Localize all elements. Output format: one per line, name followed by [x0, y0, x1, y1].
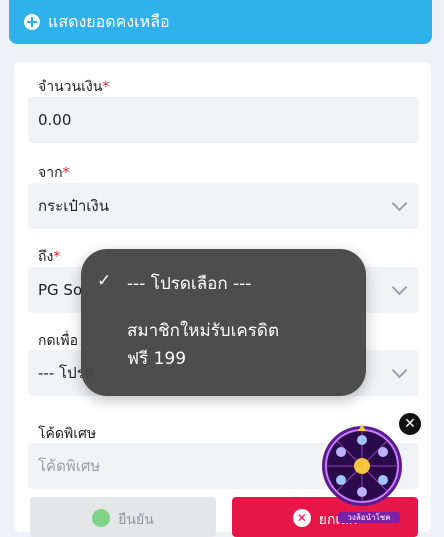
to-label-text: ถึง — [38, 249, 54, 265]
promo-label: กดเพื่อ — [38, 330, 78, 352]
from-label: จาก* — [38, 162, 70, 184]
chevron-down-icon — [391, 279, 408, 296]
confirm-button[interactable]: ยืนยัน — [30, 497, 216, 537]
from-select[interactable]: กระเป๋าเงิน — [28, 183, 419, 229]
lucky-wheel-widget[interactable]: ✕ วงล้อนำโชค — [318, 412, 424, 523]
option-line-2: ฟรี 199 — [127, 349, 187, 369]
special-code-label-text: โค้ดพิเศษ — [38, 426, 97, 442]
amount-input[interactable]: 0.00 — [28, 97, 419, 143]
chevron-down-icon — [391, 195, 408, 212]
lucky-wheel-label: วงล้อนำโชค — [338, 512, 400, 523]
dropdown-option-please-select[interactable]: --- โปรดเลือก --- — [127, 270, 251, 298]
to-value: PG So — [38, 281, 83, 299]
to-label: ถึง* — [38, 246, 60, 268]
check-circle-icon — [92, 509, 111, 527]
amount-label-text: จำนวนเงิน — [38, 79, 103, 95]
chevron-down-icon — [391, 362, 408, 379]
close-circle-icon: ✕ — [292, 509, 311, 527]
required-mark: * — [62, 165, 70, 181]
show-balance-banner[interactable]: แสดงยอดคงเหลือ — [9, 0, 432, 44]
promo-label-text: กดเพื่อ — [38, 333, 78, 349]
from-value: กระเป๋าเงิน — [38, 197, 109, 215]
plus-circle-icon — [24, 14, 40, 30]
confirm-label: ยืนยัน — [118, 512, 154, 528]
special-code-placeholder: โค้ดพิเศษ — [38, 457, 101, 475]
promo-dropdown-menu: ✓ --- โปรดเลือก --- สมาชิกใหม่รับเครดิต … — [81, 249, 366, 396]
amount-value: 0.00 — [38, 111, 72, 129]
option-line-1: สมาชิกใหม่รับเครดิต — [127, 321, 279, 341]
close-wheel-button[interactable]: ✕ — [398, 412, 422, 436]
show-balance-label: แสดงยอดคงเหลือ — [48, 11, 170, 31]
special-code-label: โค้ดพิเศษ — [38, 423, 96, 445]
checkmark-icon: ✓ — [97, 271, 112, 291]
required-mark: * — [102, 79, 110, 95]
from-label-text: จาก — [38, 165, 63, 181]
required-mark: * — [53, 249, 61, 265]
amount-label: จำนวนเงิน* — [38, 76, 109, 98]
dropdown-option-new-member-credit[interactable]: สมาชิกใหม่รับเครดิต ฟรี 199 — [127, 317, 279, 373]
